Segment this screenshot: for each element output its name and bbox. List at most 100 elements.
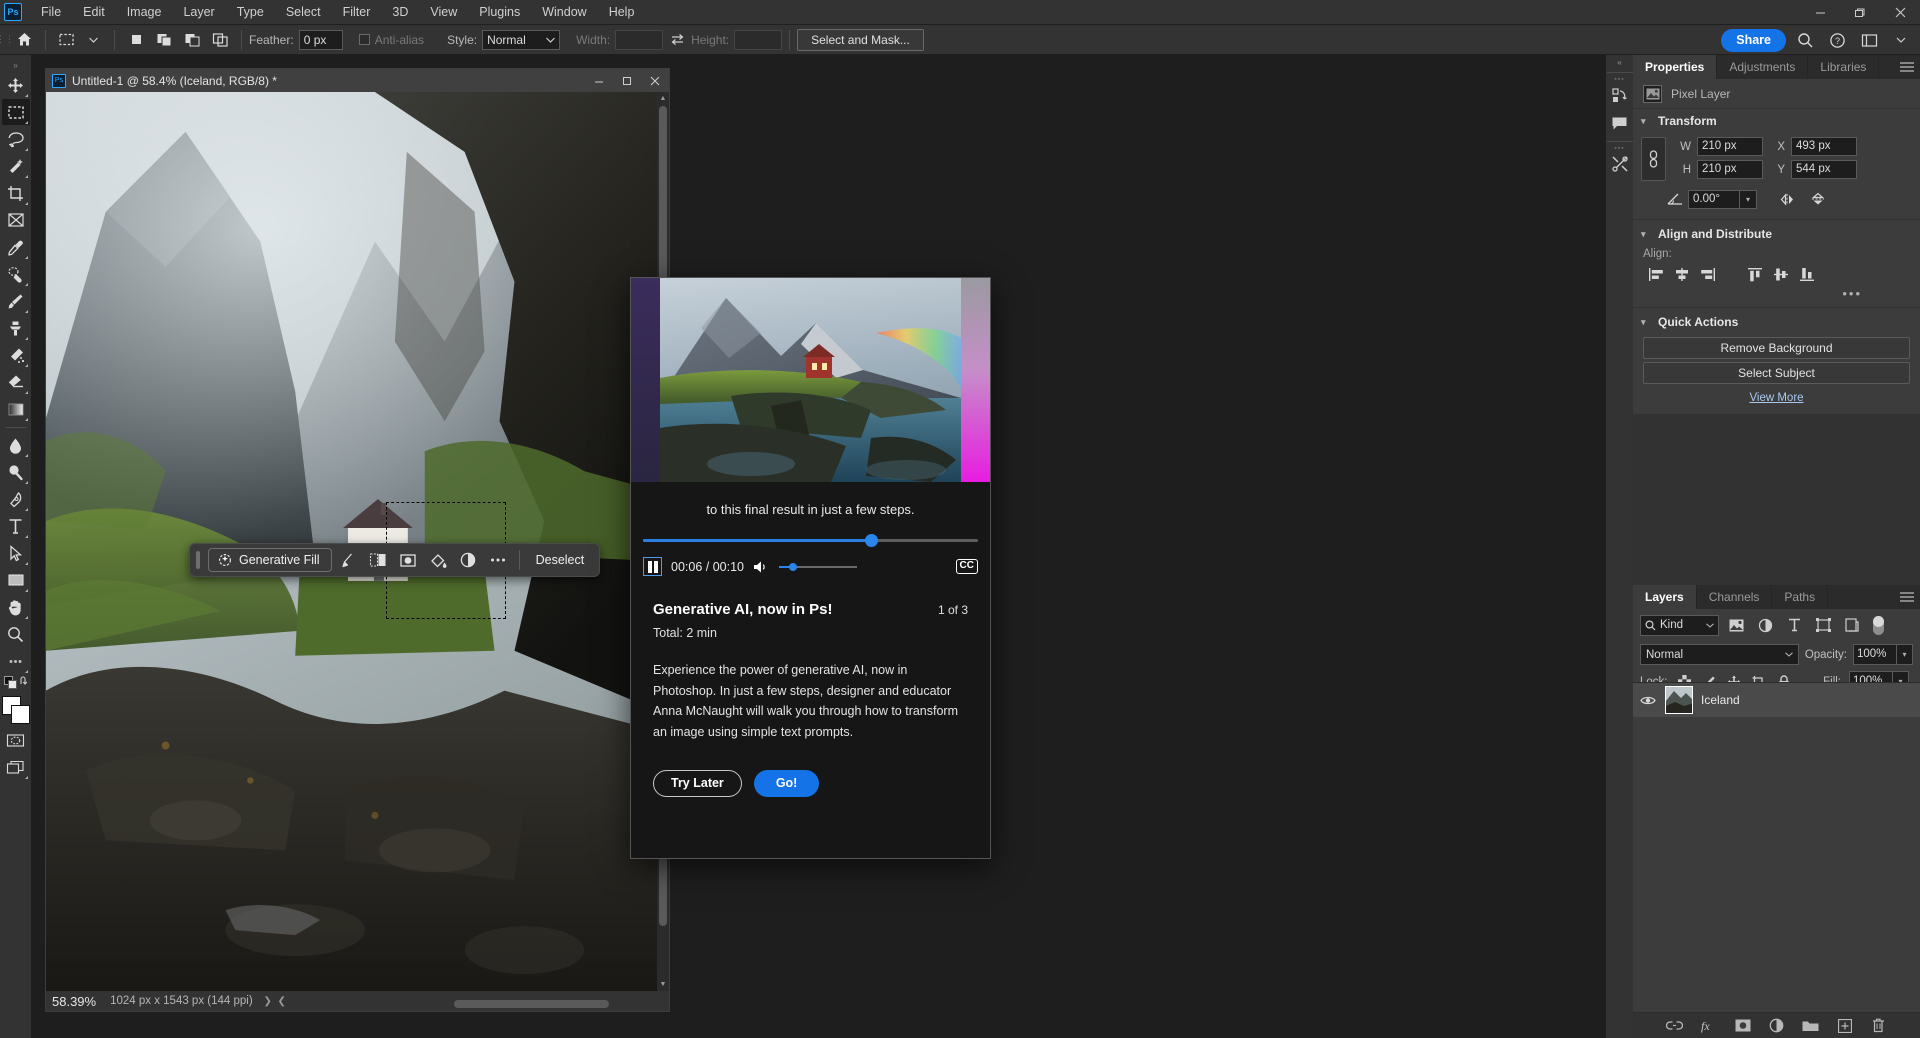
comments-icon[interactable] <box>1607 110 1633 136</box>
options-bar-grip[interactable]: ⋮⋮ <box>0 25 14 55</box>
filter-smart-object-icon[interactable] <box>1840 614 1864 636</box>
menu-help[interactable]: Help <box>598 0 646 25</box>
frame-tool[interactable] <box>2 207 30 233</box>
chevron-down-icon[interactable] <box>1888 27 1914 53</box>
create-mask-icon[interactable] <box>394 547 422 573</box>
history-brush-tool[interactable] <box>2 342 30 368</box>
anti-alias-checkbox[interactable] <box>358 34 370 45</box>
menu-edit[interactable]: Edit <box>72 0 116 25</box>
tab-channels[interactable]: Channels <box>1696 585 1773 609</box>
align-section-header[interactable]: ▾ Align and Distribute <box>1633 222 1920 246</box>
transform-x-input[interactable]: 493 px <box>1791 137 1857 156</box>
document-tab[interactable]: Ps Untitled-1 @ 58.4% (Iceland, RGB/8) * <box>46 69 669 92</box>
edit-toolbar-tool[interactable] <box>2 648 30 674</box>
select-and-mask-icon[interactable] <box>364 547 392 573</box>
lasso-tool[interactable] <box>2 126 30 152</box>
pen-tool[interactable] <box>2 486 30 512</box>
panel-menu-icon[interactable] <box>1894 585 1920 609</box>
new-selection-icon[interactable] <box>123 28 149 52</box>
transform-height-input[interactable]: 210 px <box>1697 160 1763 179</box>
align-right-icon[interactable] <box>1695 263 1720 285</box>
screen-mode-icon[interactable] <box>2 754 30 780</box>
filter-toggle-icon[interactable] <box>1873 615 1884 635</box>
home-icon[interactable] <box>11 28 37 52</box>
volume-icon[interactable] <box>753 560 770 574</box>
tab-adjustments[interactable]: Adjustments <box>1717 55 1809 79</box>
go-button[interactable]: Go! <box>753 769 820 797</box>
tab-libraries[interactable]: Libraries <box>1808 55 1880 79</box>
tab-layers[interactable]: Layers <box>1633 585 1697 609</box>
menu-select[interactable]: Select <box>275 0 332 25</box>
filter-pixel-icon[interactable] <box>1724 614 1748 636</box>
menu-file[interactable]: File <box>30 0 72 25</box>
more-options-icon[interactable] <box>484 547 512 573</box>
select-subject-button[interactable]: Select Subject <box>1643 362 1910 384</box>
align-vertical-center-icon[interactable] <box>1768 263 1793 285</box>
status-prev-icon[interactable]: ❮ <box>275 996 289 1007</box>
scroll-up-icon[interactable]: ▲ <box>657 92 669 105</box>
blur-tool[interactable] <box>2 432 30 458</box>
filter-shape-icon[interactable] <box>1811 614 1835 636</box>
menu-type[interactable]: Type <box>226 0 275 25</box>
minimize-icon[interactable] <box>1800 0 1840 25</box>
volume-slider[interactable] <box>778 561 857 573</box>
link-layers-icon[interactable] <box>1665 1016 1685 1036</box>
zoom-level[interactable]: 58.39% <box>46 994 102 1009</box>
swap-colors-icon[interactable] <box>19 675 30 686</box>
generative-fill-button[interactable]: Generative Fill <box>208 548 332 572</box>
select-and-mask-button[interactable]: Select and Mask... <box>797 28 924 51</box>
intersect-selection-icon[interactable] <box>207 28 233 52</box>
opacity-input[interactable]: 100% <box>1853 644 1897 665</box>
subtract-from-selection-icon[interactable] <box>179 28 205 52</box>
link-constrain-icon[interactable] <box>1641 137 1666 181</box>
feather-input[interactable]: 0 px <box>298 29 343 50</box>
taskbar-grip[interactable] <box>196 551 200 569</box>
menu-view[interactable]: View <box>419 0 468 25</box>
dodge-tool[interactable] <box>2 459 30 485</box>
clone-stamp-tool[interactable] <box>2 315 30 341</box>
align-left-icon[interactable] <box>1643 263 1668 285</box>
try-later-button[interactable]: Try Later <box>653 769 742 797</box>
transform-width-input[interactable]: 210 px <box>1697 137 1763 156</box>
object-selection-tool[interactable] <box>2 153 30 179</box>
menu-layer[interactable]: Layer <box>172 0 225 25</box>
new-group-icon[interactable] <box>1801 1016 1821 1036</box>
fill-selection-icon[interactable] <box>424 547 452 573</box>
close-icon[interactable] <box>1880 0 1920 25</box>
menu-filter[interactable]: Filter <box>332 0 382 25</box>
maximize-icon[interactable] <box>1840 0 1880 25</box>
rotation-chevron-down-icon[interactable]: ▾ <box>1740 189 1757 209</box>
layer-thumbnail[interactable] <box>1665 686 1693 714</box>
pause-icon[interactable] <box>643 557 662 576</box>
eraser-tool[interactable] <box>2 369 30 395</box>
select-subject-icon[interactable] <box>334 547 362 573</box>
path-selection-tool[interactable] <box>2 540 30 566</box>
opacity-chevron-down-icon[interactable]: ▾ <box>1897 644 1913 665</box>
layer-filter-kind-select[interactable]: Kind <box>1640 614 1719 636</box>
share-button[interactable]: Share <box>1721 28 1786 52</box>
tools-icon[interactable] <box>1607 151 1633 177</box>
document-maximize-icon[interactable] <box>613 69 641 92</box>
crop-tool[interactable] <box>2 180 30 206</box>
search-icon[interactable] <box>1792 27 1818 53</box>
filter-adjustment-icon[interactable] <box>1753 614 1777 636</box>
menu-image[interactable]: Image <box>116 0 173 25</box>
move-tool[interactable] <box>2 72 30 98</box>
eyedropper-tool[interactable] <box>2 234 30 260</box>
video-thumbnail[interactable] <box>631 278 990 482</box>
type-tool[interactable] <box>2 513 30 539</box>
rectangular-marquee-tool[interactable] <box>1 99 30 125</box>
expand-toolbar-icon[interactable]: » <box>0 58 32 72</box>
volume-handle[interactable] <box>788 562 797 571</box>
view-more-link[interactable]: View More <box>1633 384 1920 414</box>
new-adjustment-layer-icon[interactable] <box>1767 1016 1787 1036</box>
menu-plugins[interactable]: Plugins <box>468 0 531 25</box>
add-to-selection-icon[interactable] <box>151 28 177 52</box>
more-align-options-icon[interactable]: ••• <box>1633 285 1920 305</box>
active-tool-rectangular-marquee-icon[interactable] <box>53 28 79 52</box>
document-minimize-icon[interactable] <box>585 69 613 92</box>
delete-layer-icon[interactable] <box>1869 1016 1889 1036</box>
menu-window[interactable]: Window <box>531 0 597 25</box>
tab-properties[interactable]: Properties <box>1633 55 1718 79</box>
swap-dimensions-icon[interactable] <box>664 28 690 52</box>
